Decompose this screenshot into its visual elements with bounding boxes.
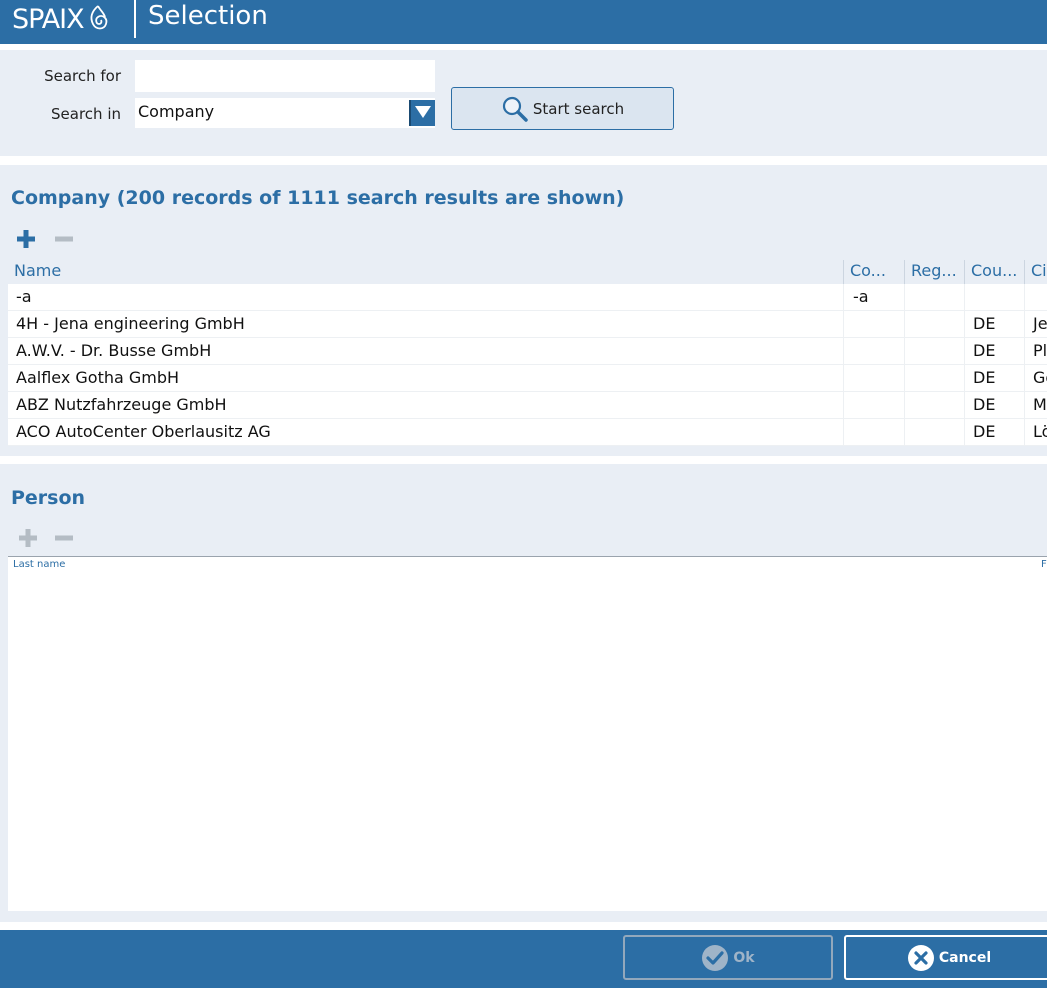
cell-name: Aalflex Gotha GmbH bbox=[8, 365, 844, 392]
cell-city: M bbox=[1033, 395, 1047, 414]
cell-reg bbox=[905, 284, 965, 311]
remove-icon bbox=[55, 535, 73, 541]
ok-label: Ok bbox=[733, 949, 755, 966]
column-header-country[interactable]: Cou... bbox=[965, 260, 1025, 284]
dropdown-arrow-icon[interactable] bbox=[409, 100, 435, 126]
company-grid-header: Name Co... Reg... Cou... Ci bbox=[8, 260, 1047, 284]
cell-name: A.W.V. - Dr. Busse GmbH bbox=[8, 338, 844, 365]
column-header-city[interactable]: Ci bbox=[1025, 260, 1047, 284]
cancel-button[interactable]: Cancel bbox=[844, 935, 1047, 980]
cell-city: Pl bbox=[1033, 341, 1047, 360]
cell-city: Lö bbox=[1033, 422, 1047, 441]
table-row[interactable]: Aalflex Gotha GmbH DE Go bbox=[8, 365, 1047, 392]
column-header-last-name[interactable]: Last name bbox=[13, 559, 65, 570]
cell-country: DE bbox=[965, 365, 1025, 392]
cell-reg bbox=[905, 338, 965, 365]
cell-country: DE bbox=[965, 419, 1025, 446]
cell-name: ABZ Nutzfahrzeuge GmbH bbox=[8, 392, 844, 419]
table-row[interactable]: ABZ Nutzfahrzeuge GmbH DE M bbox=[8, 392, 1047, 419]
page-title: Selection bbox=[148, 1, 268, 31]
cell-co bbox=[844, 419, 905, 446]
table-row[interactable]: -a -a bbox=[8, 284, 1047, 311]
person-section-title: Person bbox=[11, 487, 86, 509]
cell-name: -a bbox=[8, 284, 844, 311]
column-header-first-name[interactable]: F bbox=[1041, 559, 1047, 570]
ok-button[interactable]: Ok bbox=[623, 935, 833, 980]
start-search-button[interactable]: Start search bbox=[451, 87, 674, 130]
check-circle-icon bbox=[702, 944, 729, 971]
cell-country bbox=[965, 284, 1025, 311]
header-bar: SPAIX Selection bbox=[0, 0, 1047, 44]
cell-city: Je bbox=[1033, 314, 1047, 333]
cell-reg bbox=[905, 311, 965, 338]
cancel-label: Cancel bbox=[938, 949, 992, 966]
magnifier-icon bbox=[502, 96, 528, 122]
cell-reg bbox=[905, 365, 965, 392]
company-grid: -a -a 4H - Jena engineering GmbH DE Je A… bbox=[8, 284, 1047, 446]
column-header-reg[interactable]: Reg... bbox=[905, 260, 965, 284]
search-in-value: Company bbox=[138, 102, 215, 121]
search-for-label: Search for bbox=[44, 67, 121, 85]
cell-co bbox=[844, 392, 905, 419]
company-panel: Company (200 records of 1111 search resu… bbox=[0, 165, 1047, 456]
cell-co bbox=[844, 311, 905, 338]
table-row[interactable]: 4H - Jena engineering GmbH DE Je bbox=[8, 311, 1047, 338]
column-header-name[interactable]: Name bbox=[8, 260, 844, 284]
cell-co bbox=[844, 365, 905, 392]
cell-country: DE bbox=[965, 338, 1025, 365]
table-row[interactable]: A.W.V. - Dr. Busse GmbH DE Pl bbox=[8, 338, 1047, 365]
logo-text: SPAIX bbox=[12, 3, 85, 35]
cell-reg bbox=[905, 392, 965, 419]
close-circle-icon bbox=[907, 944, 934, 971]
remove-icon bbox=[55, 236, 73, 242]
person-grid-header: Last name F bbox=[8, 556, 1047, 574]
cell-country: DE bbox=[965, 311, 1025, 338]
start-search-label: Start search bbox=[532, 99, 625, 118]
spaix-swirl-icon bbox=[90, 5, 107, 30]
search-input[interactable] bbox=[135, 60, 435, 92]
cell-city: Go bbox=[1033, 368, 1047, 387]
footer-bar: Ok Cancel bbox=[0, 930, 1047, 988]
person-panel: Person Last name F bbox=[0, 464, 1047, 922]
table-row[interactable]: ACO AutoCenter Oberlausitz AG DE Lö bbox=[8, 419, 1047, 446]
cell-co bbox=[844, 338, 905, 365]
column-header-co[interactable]: Co... bbox=[844, 260, 905, 284]
cell-country: DE bbox=[965, 392, 1025, 419]
add-icon bbox=[19, 529, 37, 547]
cell-name: 4H - Jena engineering GmbH bbox=[8, 311, 844, 338]
cell-co: -a bbox=[844, 284, 905, 311]
cell-name: ACO AutoCenter Oberlausitz AG bbox=[8, 419, 844, 446]
person-grid bbox=[8, 574, 1047, 911]
spaix-logo: SPAIX bbox=[12, 3, 109, 35]
search-in-label: Search in bbox=[51, 105, 121, 123]
header-divider bbox=[134, 0, 136, 38]
cell-city bbox=[1025, 284, 1047, 311]
search-panel: Search for Search in Company Start searc… bbox=[0, 50, 1047, 156]
search-in-select[interactable]: Company bbox=[135, 98, 435, 128]
company-section-title: Company (200 records of 1111 search resu… bbox=[11, 187, 625, 209]
add-icon[interactable] bbox=[15, 228, 37, 250]
cell-reg bbox=[905, 419, 965, 446]
